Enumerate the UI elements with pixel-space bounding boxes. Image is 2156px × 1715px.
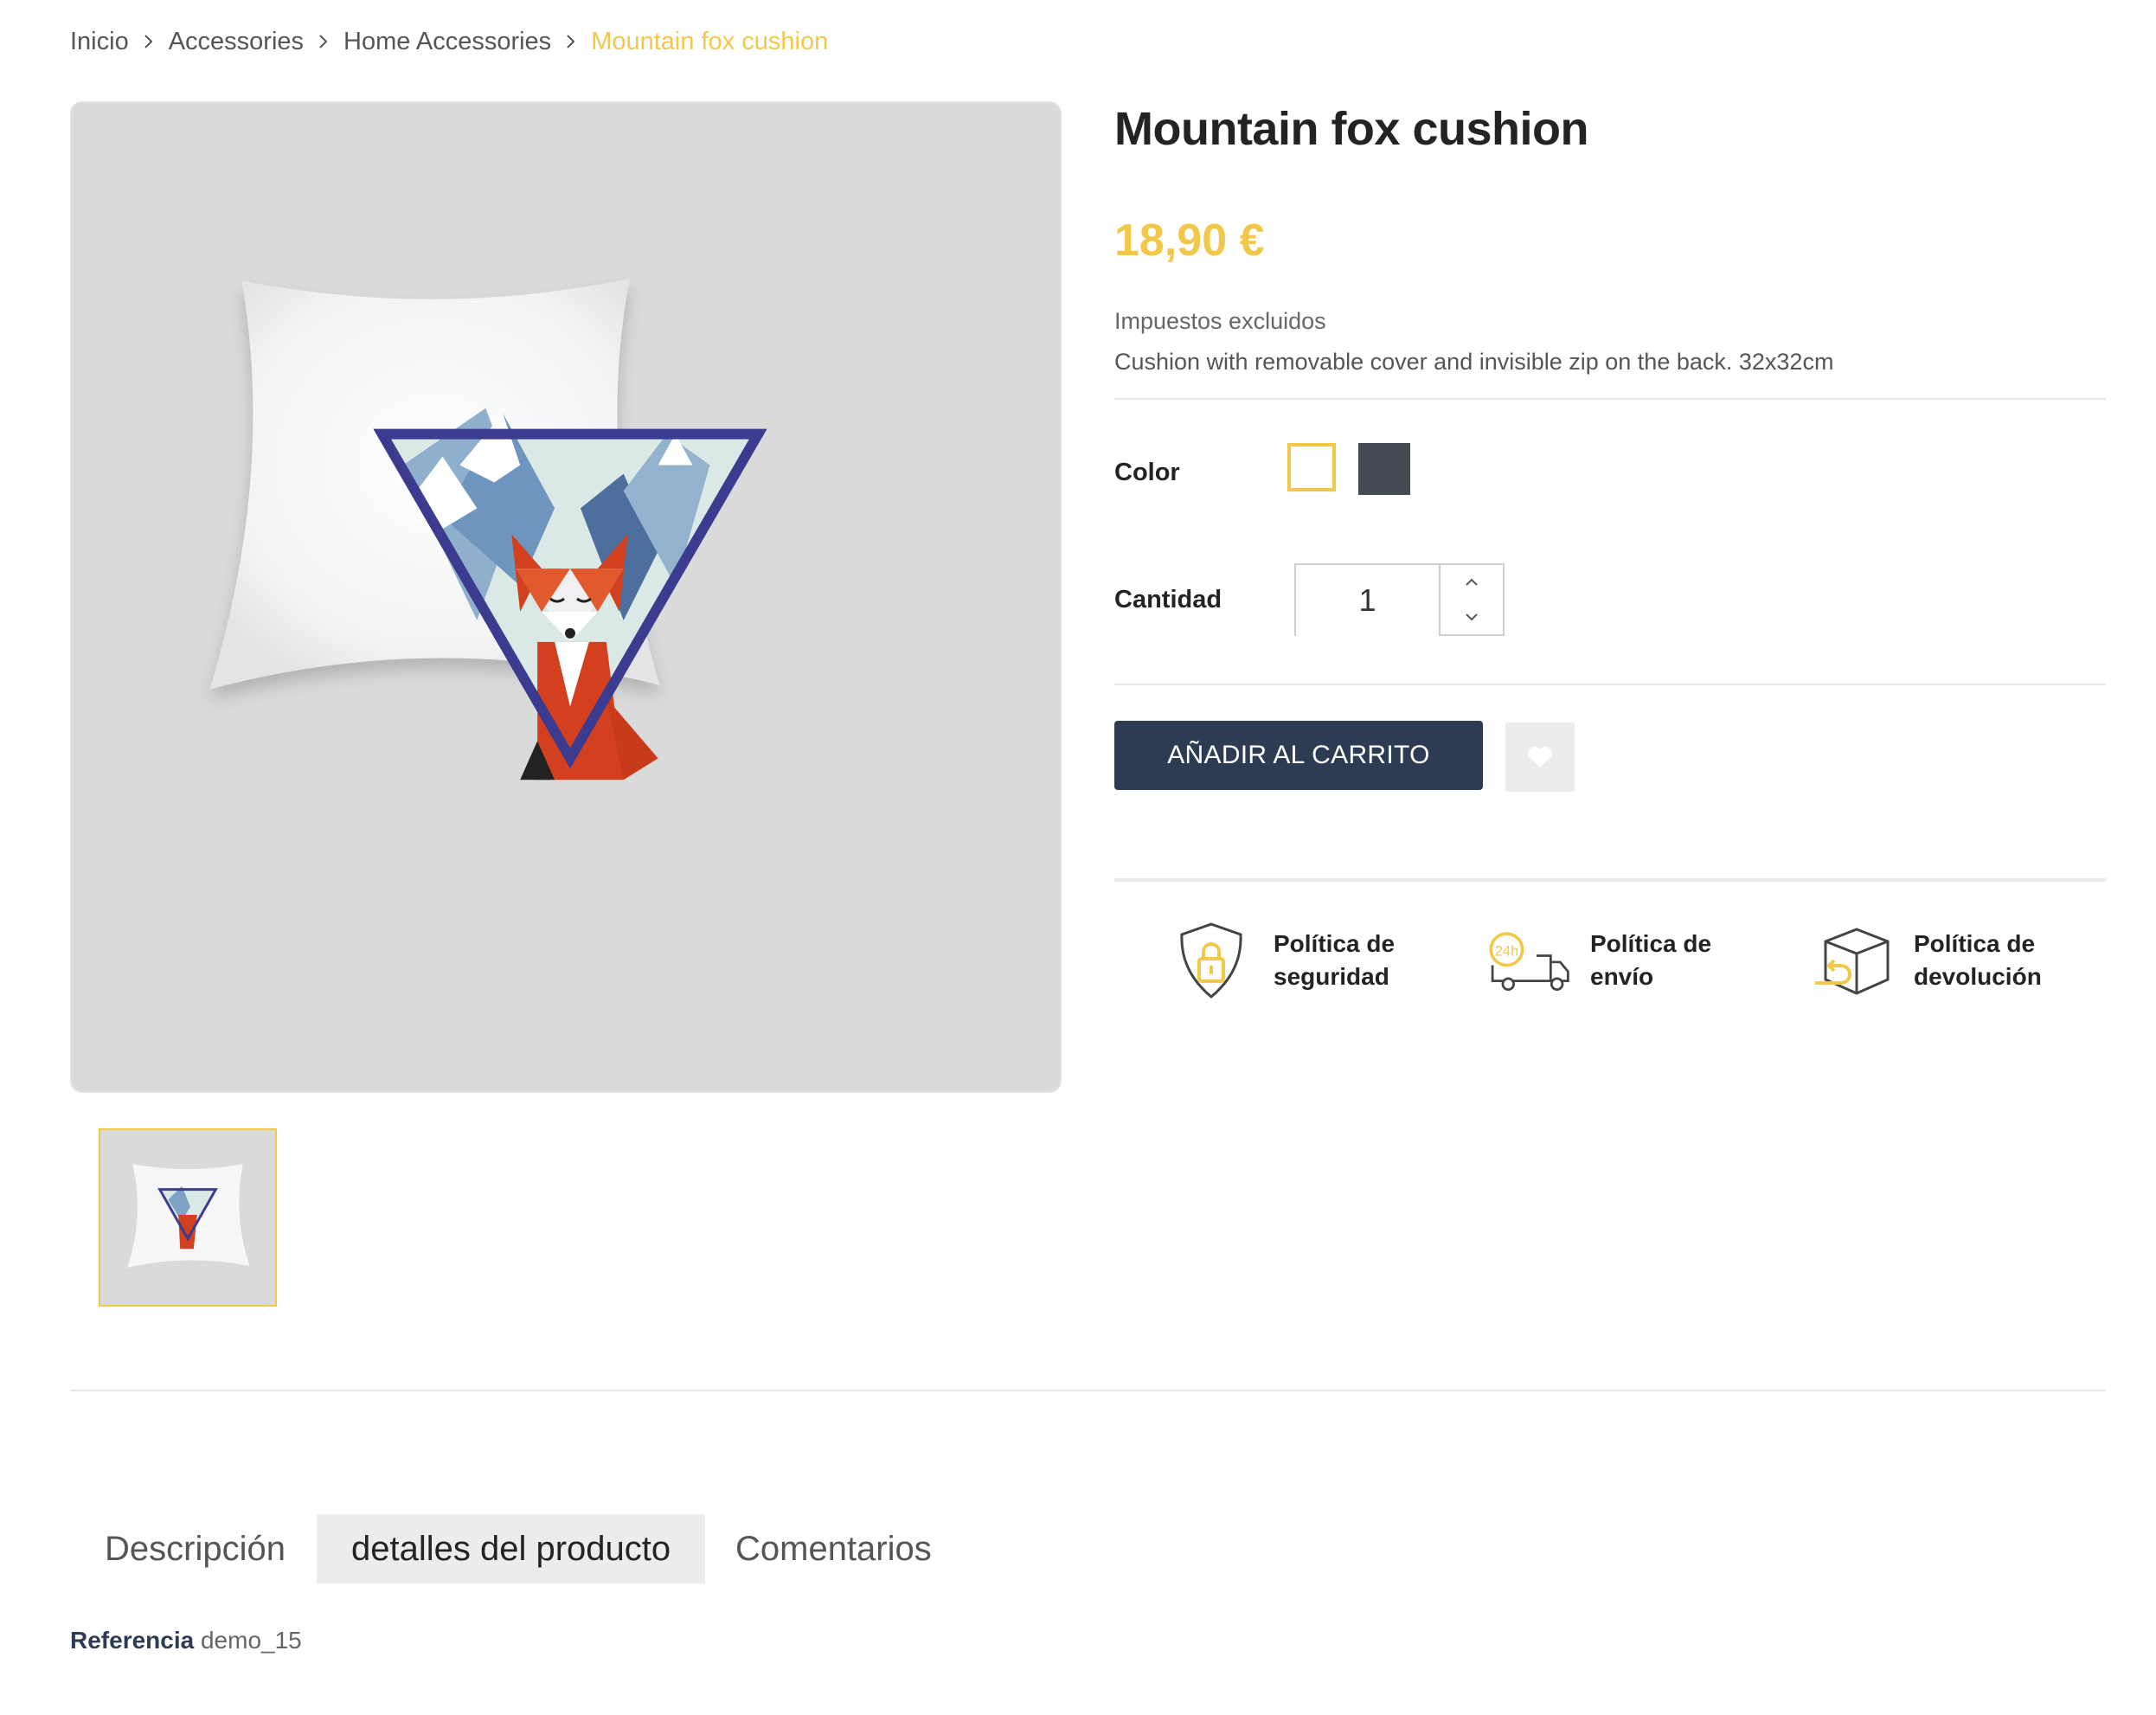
svg-text:24h: 24h <box>1495 944 1518 960</box>
quantity-stepper <box>1294 563 1505 636</box>
divider <box>1114 398 2106 400</box>
breadcrumb-link-home-accessories[interactable]: Home Accessories <box>343 28 551 56</box>
policy-shipping-label: Política de envío <box>1590 930 1712 990</box>
chevron-right-icon <box>129 28 169 56</box>
add-to-cart-button[interactable]: AÑADIR AL CARRITO <box>1114 721 1483 790</box>
reference-label: Referencia <box>70 1627 195 1654</box>
breadcrumb-link-home[interactable]: Inicio <box>70 28 129 56</box>
wishlist-button[interactable] <box>1505 723 1575 792</box>
chevron-right-icon <box>551 28 591 56</box>
product-short-description: Cushion with removable cover and invisib… <box>1114 349 1834 375</box>
breadcrumb-link-accessories[interactable]: Accessories <box>169 28 304 56</box>
policy-security[interactable]: Política de seguridad <box>1168 917 1412 1004</box>
policy-returns[interactable]: Política de devolución <box>1808 917 2052 1004</box>
quantity-input[interactable] <box>1296 565 1441 636</box>
color-label: Color <box>1114 459 1180 486</box>
divider <box>70 1390 2106 1391</box>
tab-reviews[interactable]: Comentarios <box>701 1514 966 1583</box>
heart-icon <box>1528 747 1552 768</box>
chevron-up-icon <box>1466 578 1478 586</box>
shield-lock-icon <box>1180 922 1242 999</box>
policy-security-label: Política de seguridad <box>1274 930 1396 990</box>
divider <box>1114 684 2106 685</box>
color-swatch-black[interactable] <box>1358 443 1410 495</box>
tab-product-details[interactable]: detalles del producto <box>317 1514 706 1583</box>
product-main-image[interactable] <box>70 101 1062 1093</box>
policy-returns-label: Política de devolución <box>1914 930 2042 990</box>
chevron-down-icon <box>1466 613 1478 621</box>
product-reference: Referencia demo_15 <box>70 1627 302 1654</box>
cushion-thumbnail-illustration <box>127 1164 250 1268</box>
delivery-truck-24h-icon: 24h <box>1489 932 1569 991</box>
product-price: 18,90 € <box>1114 215 1265 266</box>
tab-description[interactable]: Descripción <box>70 1514 320 1583</box>
reference-value: demo_15 <box>200 1627 302 1654</box>
chevron-right-icon <box>304 28 343 56</box>
quantity-label: Cantidad <box>1114 586 1222 613</box>
quantity-decrement-button[interactable] <box>1441 600 1503 634</box>
color-swatch-white[interactable] <box>1287 443 1336 491</box>
product-title: Mountain fox cushion <box>1114 103 1588 155</box>
tax-note: Impuestos excluidos <box>1114 308 1326 334</box>
breadcrumb: Inicio Accessories Home Accessories Moun… <box>70 24 828 59</box>
divider <box>1114 878 2106 882</box>
breadcrumb-current: Mountain fox cushion <box>591 27 829 55</box>
return-box-icon <box>1815 928 1890 995</box>
cushion-illustration <box>209 279 767 780</box>
policy-shipping[interactable]: 24h Política de envío <box>1485 917 1729 1004</box>
quantity-increment-button[interactable] <box>1441 565 1503 600</box>
product-thumbnail[interactable] <box>99 1128 277 1307</box>
